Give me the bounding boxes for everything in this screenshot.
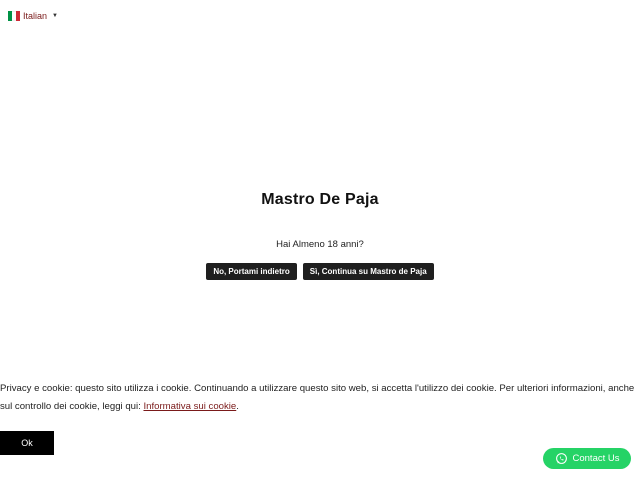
no-go-back-button[interactable]: No, Portami indietro [206, 263, 297, 280]
cookie-banner-text: Privacy e cookie: questo sito utilizza i… [0, 380, 640, 416]
age-gate-buttons: No, Portami indietro Sì, Continua su Mas… [0, 263, 640, 280]
italy-flag-icon [8, 11, 20, 21]
cookie-policy-link[interactable]: Informativa sui cookie [143, 401, 236, 412]
language-selector[interactable]: Italian ▼ [8, 11, 58, 21]
cookie-ok-button[interactable]: Ok [0, 431, 54, 455]
whatsapp-icon [555, 452, 568, 465]
language-label: Italian [23, 11, 48, 21]
caret-down-icon: ▼ [52, 13, 58, 19]
cookie-text: Privacy e cookie: questo sito utilizza i… [0, 383, 635, 412]
yes-continue-button[interactable]: Sì, Continua su Mastro de Paja [302, 263, 434, 280]
contact-us-button[interactable]: Contact Us [543, 448, 631, 469]
cookie-trailing: . [236, 401, 239, 412]
site-title: Mastro De Paja [261, 191, 379, 208]
age-question: Hai Almeno 18 anni? [276, 239, 364, 250]
contact-us-label: Contact Us [572, 453, 620, 464]
